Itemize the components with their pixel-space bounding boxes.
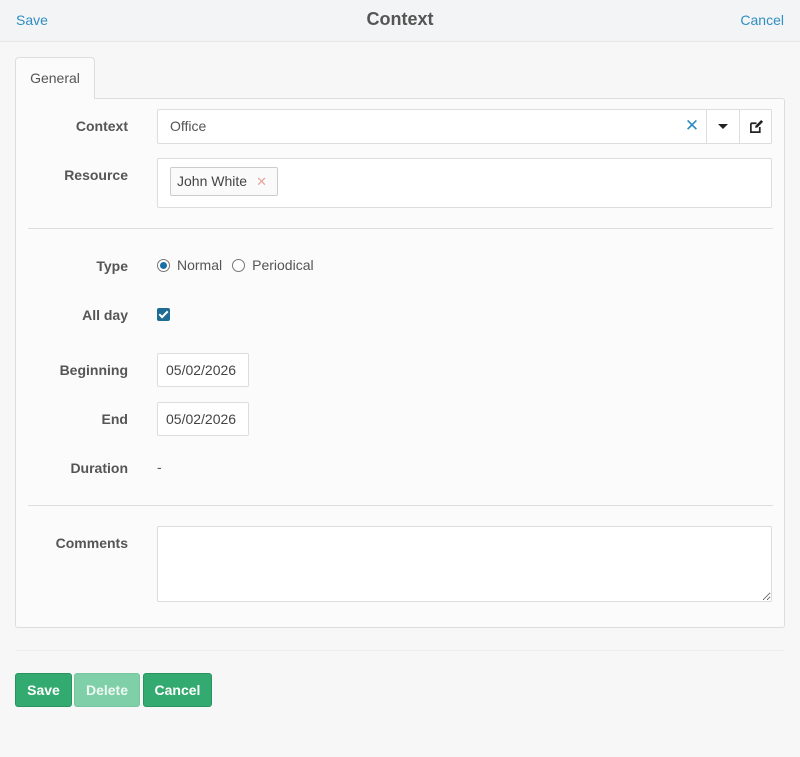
comments-label: Comments — [55, 535, 128, 551]
divider — [28, 228, 773, 229]
comments-textarea[interactable] — [157, 526, 772, 602]
tab-general[interactable]: General — [15, 57, 95, 99]
duration-label: Duration — [70, 460, 128, 476]
beginning-date-input[interactable] — [157, 353, 249, 387]
top-bar: Save Context Cancel — [0, 0, 800, 42]
duration-value: - — [157, 459, 162, 475]
type-label: Type — [96, 258, 128, 274]
beginning-label: Beginning — [59, 362, 128, 378]
chevron-down-icon — [718, 124, 728, 129]
all-day-checkbox[interactable] — [157, 308, 170, 321]
clear-icon[interactable]: ✕ — [677, 110, 707, 143]
context-value: Office — [170, 118, 207, 134]
resource-label: Resource — [64, 167, 128, 183]
context-label: Context — [75, 118, 128, 134]
edit-icon — [749, 119, 763, 133]
resource-field[interactable]: John White ✕ — [157, 158, 772, 208]
cancel-button[interactable]: Cancel — [143, 673, 212, 707]
type-periodical-label[interactable]: Periodical — [252, 257, 313, 273]
type-radio-group: Normal Periodical — [157, 257, 324, 273]
type-normal-radio[interactable] — [157, 258, 170, 272]
context-edit-button[interactable] — [739, 110, 772, 143]
all-day-label: All day — [82, 307, 128, 323]
page-title: Context — [366, 9, 434, 29]
header-cancel-link[interactable]: Cancel — [740, 12, 784, 28]
remove-tag-icon[interactable]: ✕ — [256, 168, 267, 195]
resource-tag-label: John White — [177, 173, 248, 189]
general-panel: Context Office ✕ Resource John White ✕ T… — [15, 98, 785, 628]
context-select[interactable]: Office ✕ — [157, 109, 772, 144]
end-date-input[interactable] — [157, 402, 249, 436]
type-normal-label[interactable]: Normal — [177, 257, 222, 273]
delete-button[interactable]: Delete — [74, 673, 140, 707]
context-dropdown-button[interactable] — [706, 110, 739, 143]
footer-divider — [15, 650, 785, 651]
resource-tag: John White ✕ — [170, 167, 279, 196]
divider — [28, 505, 773, 506]
save-button[interactable]: Save — [15, 673, 72, 707]
end-label: End — [101, 411, 128, 427]
type-periodical-radio[interactable] — [232, 258, 246, 272]
